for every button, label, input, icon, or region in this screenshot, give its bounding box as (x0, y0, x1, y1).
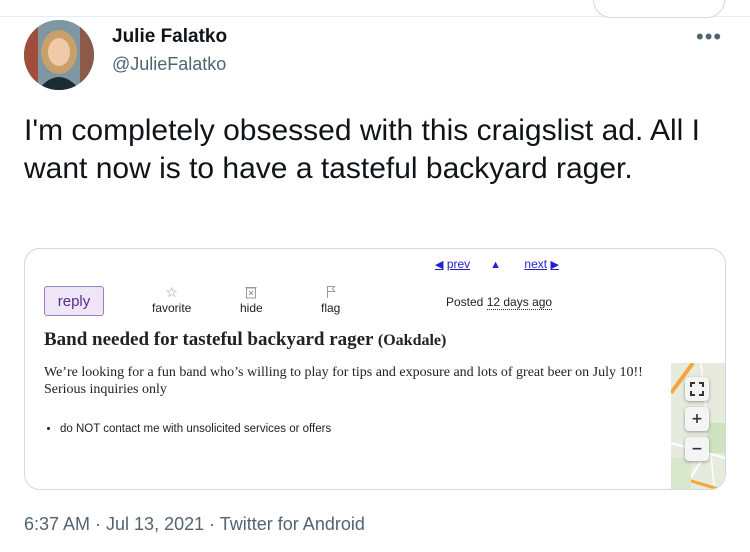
tweet-text: I'm completely obsessed with this craigs… (24, 114, 700, 185)
author-handle[interactable]: @JulieFalatko (112, 54, 226, 75)
flag-button[interactable]: flag (321, 285, 340, 315)
post-title-text: Band needed for tasteful backyard rager (44, 329, 374, 350)
avatar[interactable] (24, 20, 94, 90)
next-arrow-icon[interactable]: ▶ (550, 258, 558, 271)
notice-item: do NOT contact me with unsolicited servi… (60, 423, 331, 435)
next-link[interactable]: next (524, 257, 547, 271)
tweet-timestamp[interactable]: 6:37 AM · Jul 13, 2021 · Twitter for And… (24, 514, 365, 535)
prev-next-nav: ◀ prev ▲ next ▶ (435, 257, 559, 271)
post-location: (Oakdale) (377, 332, 447, 349)
follow-button-edge[interactable] (593, 0, 725, 18)
notices-list: do NOT contact me with unsolicited servi… (44, 423, 331, 435)
posted-ago: 12 days ago (486, 295, 553, 310)
zoom-in-button[interactable]: + (685, 407, 709, 431)
post-title: Band needed for tasteful backyard rager … (44, 329, 446, 351)
favorite-label: favorite (152, 301, 192, 315)
zoom-out-button[interactable]: − (685, 437, 709, 461)
reply-button[interactable]: reply (44, 286, 104, 316)
fullscreen-icon (690, 382, 704, 396)
up-arrow-icon[interactable]: ▲ (490, 259, 501, 271)
prev-link[interactable]: prev (447, 257, 470, 271)
flag-label: flag (321, 301, 341, 315)
hide-label: hide (240, 301, 263, 315)
more-options-icon[interactable]: ••• (696, 24, 722, 50)
posted-date: Posted 12 days ago (446, 295, 553, 310)
hide-button[interactable]: hide (240, 285, 263, 315)
favorite-button[interactable]: ☆ favorite (152, 285, 191, 315)
prev-arrow-icon[interactable]: ◀ (435, 258, 443, 271)
author-name[interactable]: Julie Falatko (112, 26, 227, 48)
post-body: We’re looking for a fun band who’s willi… (44, 365, 643, 397)
trash-icon (240, 285, 263, 301)
craigslist-screenshot[interactable]: ◀ prev ▲ next ▶ reply ☆ favorite hide fl… (24, 248, 726, 490)
star-icon: ☆ (165, 284, 178, 300)
flag-icon (321, 285, 340, 301)
posted-prefix: Posted (446, 295, 484, 309)
map-thumbnail[interactable]: + − (671, 363, 725, 489)
fullscreen-button[interactable] (685, 377, 709, 401)
